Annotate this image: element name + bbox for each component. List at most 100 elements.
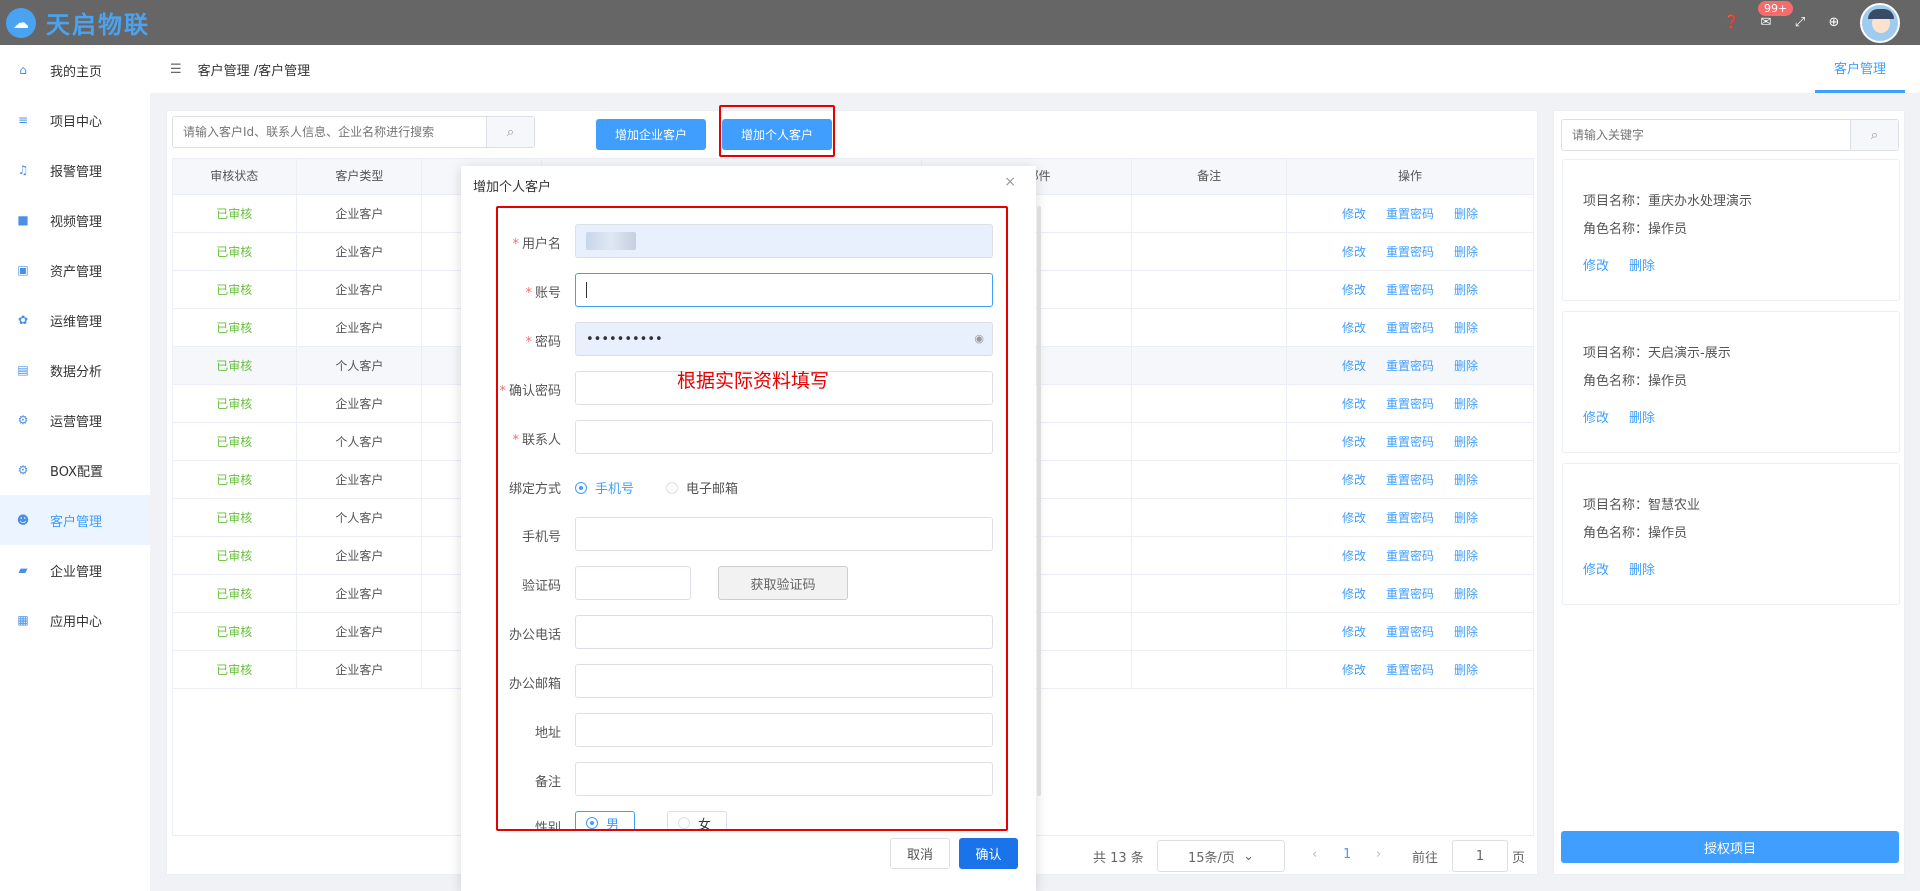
remark-field[interactable] xyxy=(575,762,993,796)
card-edit-link[interactable]: 修改 xyxy=(1583,563,1609,578)
delete-link[interactable]: 删除 xyxy=(1454,245,1478,259)
edit-link[interactable]: 修改 xyxy=(1342,283,1366,297)
confirm-button[interactable]: 确认 xyxy=(959,838,1018,869)
sidebar-item-8[interactable]: ⚙ BOX配置 xyxy=(0,445,150,495)
edit-link[interactable]: 修改 xyxy=(1342,207,1366,221)
edit-link[interactable]: 修改 xyxy=(1342,321,1366,335)
current-page[interactable]: 1 xyxy=(1343,847,1351,862)
delete-link[interactable]: 删除 xyxy=(1454,549,1478,563)
globe-icon[interactable]: ⊕ xyxy=(1826,15,1842,31)
sidebar-item-3[interactable]: ■ 视频管理 xyxy=(0,195,150,245)
reset-password-link[interactable]: 重置密码 xyxy=(1386,511,1434,525)
cancel-button[interactable]: 取消 xyxy=(890,838,950,869)
help-icon[interactable]: ❓ xyxy=(1724,15,1740,31)
edit-link[interactable]: 修改 xyxy=(1342,245,1366,259)
bind-phone-radio[interactable]: 手机号 xyxy=(575,478,634,497)
sidebar-item-5[interactable]: ✿ 运维管理 xyxy=(0,295,150,345)
contact-field[interactable] xyxy=(575,420,993,454)
action-cell: 修改 重置密码 删除 xyxy=(1286,270,1534,309)
close-icon[interactable]: × xyxy=(1004,174,1016,190)
phone-field[interactable] xyxy=(575,517,993,551)
reset-password-link[interactable]: 重置密码 xyxy=(1386,587,1434,601)
delete-link[interactable]: 删除 xyxy=(1454,435,1478,449)
delete-link[interactable]: 删除 xyxy=(1454,625,1478,639)
prev-page-icon[interactable]: ‹ xyxy=(1312,847,1317,862)
sidebar-item-11[interactable]: ▦ 应用中心 xyxy=(0,595,150,645)
authorize-project-button[interactable]: 授权项目 xyxy=(1561,831,1899,863)
delete-link[interactable]: 删除 xyxy=(1454,587,1478,601)
dialog-scrollbar[interactable] xyxy=(1037,206,1041,796)
action-cell: 修改 重置密码 删除 xyxy=(1286,384,1534,423)
reset-password-link[interactable]: 重置密码 xyxy=(1386,359,1434,373)
add-personal-customer-button[interactable]: 增加个人客户 xyxy=(722,119,832,150)
delete-link[interactable]: 删除 xyxy=(1454,511,1478,525)
eye-icon[interactable]: ◉ xyxy=(974,332,984,345)
reset-password-link[interactable]: 重置密码 xyxy=(1386,207,1434,221)
keyword-search-input[interactable] xyxy=(1562,120,1850,150)
edit-link[interactable]: 修改 xyxy=(1342,473,1366,487)
customer-search-input[interactable] xyxy=(173,117,486,147)
edit-link[interactable]: 修改 xyxy=(1342,511,1366,525)
tab-customer-management[interactable]: 客户管理 xyxy=(1815,45,1905,93)
account-field[interactable] xyxy=(575,273,993,307)
card-delete-link[interactable]: 删除 xyxy=(1629,563,1655,578)
office-email-field[interactable] xyxy=(575,664,993,698)
delete-link[interactable]: 删除 xyxy=(1454,473,1478,487)
reset-password-link[interactable]: 重置密码 xyxy=(1386,435,1434,449)
edit-link[interactable]: 修改 xyxy=(1342,359,1366,373)
avatar[interactable] xyxy=(1860,2,1900,43)
delete-link[interactable]: 删除 xyxy=(1454,321,1478,335)
reset-password-link[interactable]: 重置密码 xyxy=(1386,663,1434,677)
gender-male-radio[interactable]: 男 xyxy=(575,811,635,831)
remark-cell xyxy=(1131,536,1288,575)
mail-icon[interactable]: ✉ 99+ xyxy=(1758,0,1794,31)
reset-password-link[interactable]: 重置密码 xyxy=(1386,283,1434,297)
reset-password-link[interactable]: 重置密码 xyxy=(1386,397,1434,411)
password-field[interactable]: •••••••••• ◉ xyxy=(575,322,993,356)
edit-link[interactable]: 修改 xyxy=(1342,435,1366,449)
search-icon[interactable]: ⌕ xyxy=(486,117,534,147)
sidebar-item-7[interactable]: ⚙ 运营管理 xyxy=(0,395,150,445)
fullscreen-icon[interactable]: ⤢ xyxy=(1792,15,1808,31)
delete-link[interactable]: 删除 xyxy=(1454,359,1478,373)
reset-password-link[interactable]: 重置密码 xyxy=(1386,549,1434,563)
bind-email-radio[interactable]: 电子邮箱 xyxy=(666,478,738,497)
search-icon[interactable]: ⌕ xyxy=(1850,120,1898,150)
card-edit-link[interactable]: 修改 xyxy=(1583,259,1609,274)
get-code-button[interactable]: 获取验证码 xyxy=(718,566,848,600)
delete-link[interactable]: 删除 xyxy=(1454,283,1478,297)
card-delete-link[interactable]: 删除 xyxy=(1629,411,1655,426)
delete-link[interactable]: 删除 xyxy=(1454,207,1478,221)
reset-password-link[interactable]: 重置密码 xyxy=(1386,625,1434,639)
edit-link[interactable]: 修改 xyxy=(1342,663,1366,677)
sidebar-item-10[interactable]: ▰ 企业管理 xyxy=(0,545,150,595)
add-company-customer-button[interactable]: 增加企业客户 xyxy=(596,119,706,150)
delete-link[interactable]: 删除 xyxy=(1454,397,1478,411)
sidebar-item-4[interactable]: ▣ 资产管理 xyxy=(0,245,150,295)
edit-link[interactable]: 修改 xyxy=(1342,549,1366,563)
office-phone-field[interactable] xyxy=(575,615,993,649)
edit-link[interactable]: 修改 xyxy=(1342,587,1366,601)
edit-link[interactable]: 修改 xyxy=(1342,397,1366,411)
delete-link[interactable]: 删除 xyxy=(1454,663,1478,677)
sidebar-item-1[interactable]: ≡ 项目中心 xyxy=(0,95,150,145)
sidebar-item-6[interactable]: ▤ 数据分析 xyxy=(0,345,150,395)
page-size-select[interactable]: 15条/页 ⌄ xyxy=(1157,840,1285,872)
sidebar-item-2[interactable]: ♫ 报警管理 xyxy=(0,145,150,195)
card-edit-link[interactable]: 修改 xyxy=(1583,411,1609,426)
gender-female-radio[interactable]: 女 xyxy=(667,811,727,831)
verification-code-field[interactable] xyxy=(575,566,691,600)
edit-link[interactable]: 修改 xyxy=(1342,625,1366,639)
remark-cell xyxy=(1131,270,1288,309)
reset-password-link[interactable]: 重置密码 xyxy=(1386,321,1434,335)
address-field[interactable] xyxy=(575,713,993,747)
goto-page-input[interactable]: 1 xyxy=(1452,840,1508,872)
reset-password-link[interactable]: 重置密码 xyxy=(1386,245,1434,259)
reset-password-link[interactable]: 重置密码 xyxy=(1386,473,1434,487)
card-delete-link[interactable]: 删除 xyxy=(1629,259,1655,274)
menu-fold-icon[interactable]: ☰ xyxy=(170,62,182,77)
username-field[interactable] xyxy=(575,224,993,258)
next-page-icon[interactable]: › xyxy=(1376,847,1381,862)
sidebar-item-0[interactable]: ⌂ 我的主页 xyxy=(0,45,150,95)
sidebar-item-9[interactable]: ☻ 客户管理 xyxy=(0,495,150,545)
